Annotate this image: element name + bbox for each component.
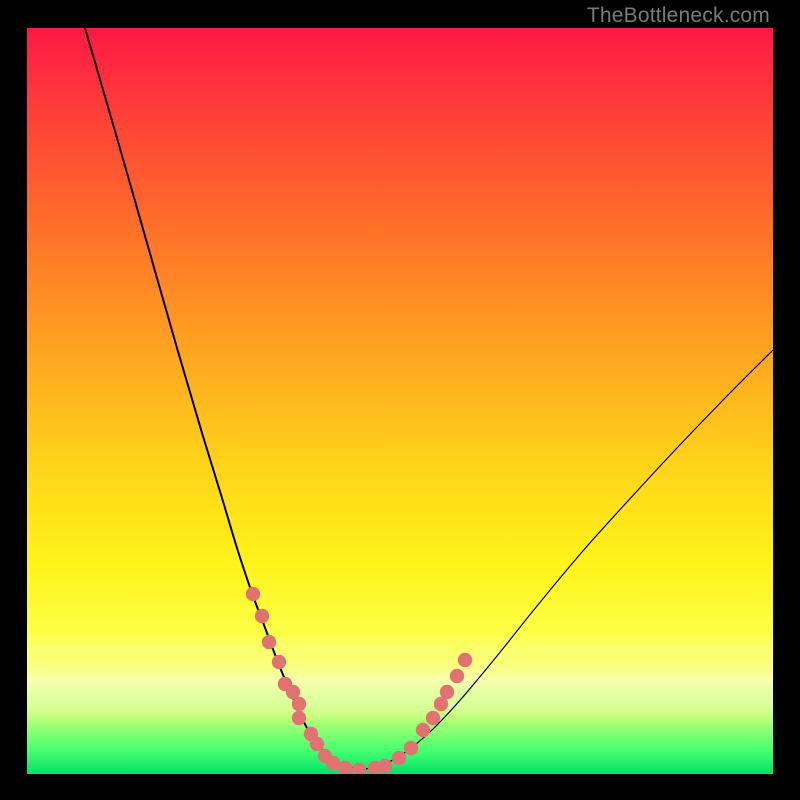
data-dot: [392, 751, 406, 765]
data-dot: [404, 741, 418, 755]
data-dot: [440, 685, 454, 699]
data-dot: [255, 609, 269, 623]
data-dot: [292, 697, 306, 711]
data-dot: [458, 653, 472, 667]
data-dot: [246, 587, 260, 601]
curve-group: [85, 28, 773, 769]
data-dots: [246, 587, 472, 774]
data-dot: [292, 711, 306, 725]
watermark-text: TheBottleneck.com: [587, 4, 770, 28]
data-dot: [352, 763, 366, 774]
chart-plot-area: [27, 28, 773, 774]
data-dot: [426, 711, 440, 725]
curve-left: [85, 28, 357, 769]
data-dot: [450, 669, 464, 683]
data-dot: [378, 759, 392, 773]
data-dot: [262, 635, 276, 649]
curve-right: [357, 350, 773, 769]
data-dot: [416, 723, 430, 737]
chart-svg: [27, 28, 773, 774]
data-dot: [310, 737, 324, 751]
data-dot: [272, 655, 286, 669]
